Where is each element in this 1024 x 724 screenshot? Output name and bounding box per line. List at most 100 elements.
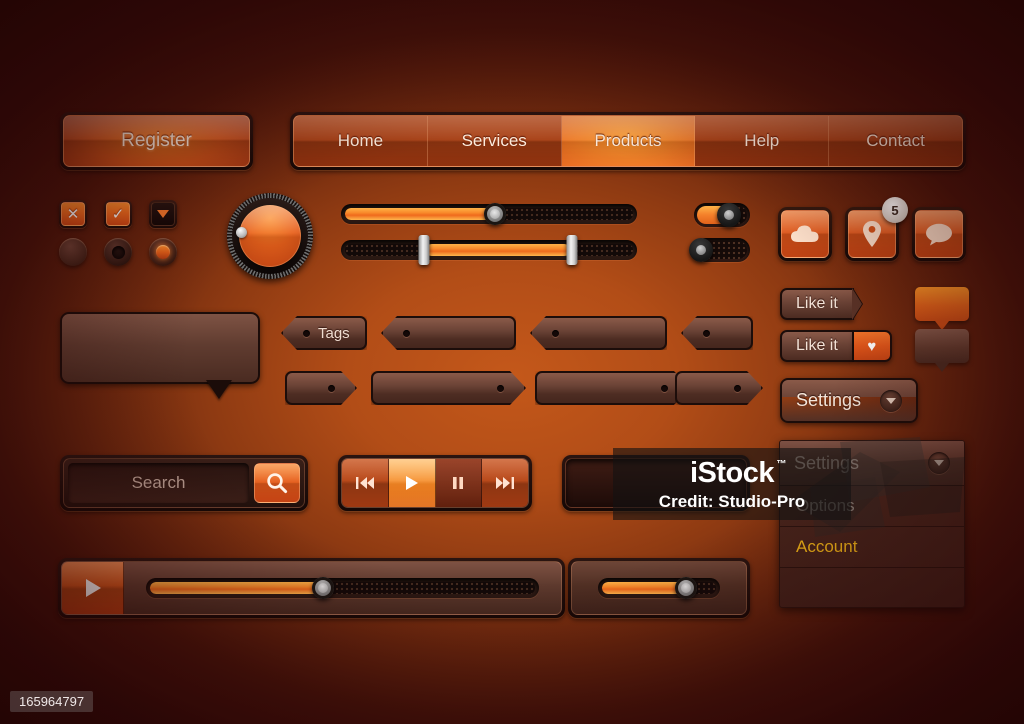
nav-item-home[interactable]: Home [294,116,428,166]
triangle-down-shape [157,210,169,218]
nav-item-products[interactable]: Products [561,116,696,166]
play-icon [85,579,101,597]
nav-label: Home [337,131,384,150]
tag-hole [403,329,410,337]
volume-handle[interactable] [674,577,697,599]
bubble-tail [206,380,232,399]
tag-hole [328,385,335,392]
menu-item-empty[interactable] [780,568,964,607]
play-icon [405,476,418,490]
audio-progress-fill [150,582,324,594]
knob-indicator-dot [236,227,247,238]
tag-right-blank-1[interactable] [285,371,357,405]
badge-count: 5 [891,202,899,218]
image-id-label: 165964797 [10,691,94,712]
volume-fill [602,582,685,594]
tag-right-blank-3[interactable] [535,371,690,405]
slider-fill [345,208,495,220]
dark-text-input[interactable] [562,455,750,511]
cloud-icon-svg [791,225,819,242]
tag-left-blank-3[interactable] [681,316,753,350]
menu-item-account[interactable]: Account [780,527,964,568]
media-player-controls [338,455,532,511]
chevron-down-icon[interactable] [880,389,902,412]
nav-item-services[interactable]: Services [428,116,562,166]
slider-single-track[interactable] [341,203,637,225]
skip-forward-icon [496,477,515,489]
audio-progress-track[interactable] [146,577,539,599]
menu-item-label: Options [796,496,855,515]
tooltip-orange [915,287,969,330]
toggle-switch-on[interactable] [694,203,750,227]
knob-cap [239,205,301,267]
pause-button[interactable] [435,459,483,507]
dark-input-field[interactable] [565,458,747,508]
tag-left-labeled[interactable]: Tags [281,316,367,350]
nav-item-contact[interactable]: Contact [829,116,962,166]
like-it-label-box[interactable]: Like it [780,330,854,362]
register-button[interactable]: Register [60,112,253,170]
rotary-knob[interactable] [227,193,313,279]
settings-dropdown-button[interactable]: Settings [780,378,918,423]
tag-right-blank-2[interactable] [371,371,526,405]
tag-left-blank-1[interactable] [381,316,516,350]
like-it-button-counter[interactable]: Like it ♥ [780,330,892,362]
main-navigation-bar: Home Services Products Help Contact [290,112,966,170]
radio-selected[interactable] [149,238,177,266]
volume-track[interactable] [598,577,720,599]
tag-hole [497,385,504,392]
skip-back-icon [355,477,374,489]
slider-range-handle-start[interactable] [418,235,430,265]
menu-item-options[interactable]: Options [780,486,964,527]
checkbox-cross[interactable]: ✕ [59,200,87,228]
play-button[interactable] [388,459,436,507]
checkbox-check[interactable]: ✓ [104,200,132,228]
heart-icon[interactable]: ♥ [853,330,892,362]
nav-item-help[interactable]: Help [695,116,830,166]
like-it-label-box[interactable]: Like it [780,288,854,320]
radio-dimmed[interactable] [104,238,132,266]
toggle-knob[interactable] [716,203,741,227]
chat-icon-button[interactable] [912,207,966,261]
menu-item-label: Account [796,537,858,556]
search-icon [267,473,288,494]
slider-range-handle-end[interactable] [566,235,578,265]
triangle-down-shape [886,397,896,404]
radio-unselected[interactable] [59,238,87,266]
dropdown-toggle-button[interactable] [149,200,177,228]
settings-button-label: Settings [796,390,862,410]
tag-right-blank-4[interactable] [675,371,763,405]
chevron-down-icon[interactable] [928,452,950,474]
audio-progress-handle[interactable] [311,577,334,599]
audio-progress-area [124,562,561,614]
previous-button[interactable] [342,459,389,507]
search-input[interactable]: Search [68,463,249,503]
triangle-down-shape [934,460,944,466]
nav-label: Contact [866,131,925,150]
slider-range-track[interactable] [341,235,637,265]
toggle-knob[interactable] [688,238,713,262]
tag-label: Tags [318,324,350,342]
speech-bubble-textarea[interactable] [60,312,260,399]
toggle-switch-off[interactable] [688,238,750,262]
audio-player-bar [58,558,565,618]
map-pin-icon-svg [863,221,881,247]
nav-label: Help [744,131,780,150]
cloud-icon-button[interactable] [778,207,832,261]
like-it-button-plain[interactable]: Like it [780,288,862,320]
tag-left-blank-2[interactable] [530,316,667,350]
search-placeholder: Search [131,473,186,492]
location-icon-button[interactable]: 5 [845,197,908,261]
like-it-label: Like it [796,295,838,312]
slider-rail [150,582,535,594]
search-button[interactable] [254,463,300,503]
next-button[interactable] [482,459,528,507]
chat-bubble-icon [915,210,963,258]
register-button-face[interactable]: Register [63,115,250,167]
dropdown-menu-header[interactable]: Settings [780,441,964,486]
pause-icon [453,477,464,489]
tooltip-tail [935,363,949,372]
cross-glyph: ✕ [66,205,80,223]
slider-handle[interactable] [483,203,506,225]
audio-play-button[interactable] [62,562,124,614]
